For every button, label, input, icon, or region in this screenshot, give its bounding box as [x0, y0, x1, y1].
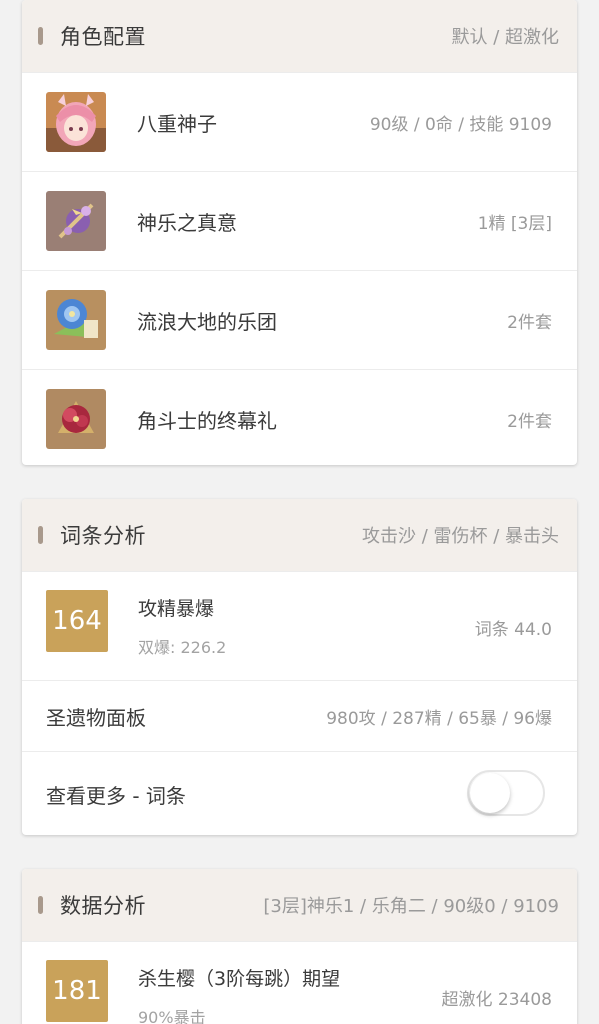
- character-name: 八重神子: [137, 111, 217, 136]
- damage-expectation: 超激化 23408: [441, 990, 552, 1010]
- artifact-panel-row[interactable]: 圣遗物面板 980攻 / 287精 / 65暴 / 96爆: [22, 680, 577, 751]
- section-title: 数据分析: [60, 894, 146, 918]
- substat-score-row[interactable]: 164 攻精暴爆 双爆: 226.2 词条 44.0: [22, 571, 577, 680]
- role-config-card: 角色配置 默认 / 超激化 八重神子 90级 / 0命 / 技能 9109 神乐…: [22, 0, 577, 465]
- toggle-knob: [470, 773, 510, 813]
- artifact-panel-value: 980攻 / 287精 / 65暴 / 96爆: [326, 708, 552, 729]
- artifact-row[interactable]: 流浪大地的乐团 2件套: [22, 270, 577, 369]
- character-stats: 90级 / 0命 / 技能 9109: [369, 114, 552, 135]
- damage-title: 杀生樱（3阶每跳）期望: [138, 968, 341, 990]
- section-subtitle: 默认 / 超激化: [451, 27, 559, 48]
- section-marker-icon: [38, 27, 43, 45]
- character-portrait-icon: [46, 92, 106, 152]
- crit-rate: 90%暴击: [138, 1008, 206, 1024]
- artifact-flower-icon: [46, 389, 106, 449]
- substat-score-badge: 164: [46, 590, 108, 652]
- role-config-header[interactable]: 角色配置 默认 / 超激化: [22, 0, 577, 72]
- section-title: 词条分析: [60, 524, 146, 548]
- section-title: 角色配置: [60, 25, 146, 49]
- damage-score-badge: 181: [46, 960, 108, 1022]
- substat-score-title: 攻精暴爆: [138, 598, 215, 620]
- weapon-refine: 1精 [3层]: [477, 213, 552, 234]
- artifact-panel-label: 圣遗物面板: [46, 705, 146, 730]
- substat-count: 词条 44.0: [474, 620, 552, 640]
- weapon-row[interactable]: 神乐之真意 1精 [3层]: [22, 171, 577, 270]
- artifact-set-name: 角斗士的终幕礼: [137, 408, 277, 433]
- section-marker-icon: [38, 896, 43, 914]
- data-analysis-header[interactable]: 数据分析 [3层]神乐1 / 乐角二 / 90级0 / 9109: [22, 869, 577, 941]
- data-analysis-card: 数据分析 [3层]神乐1 / 乐角二 / 90级0 / 9109 181 杀生樱…: [22, 869, 577, 1024]
- character-row[interactable]: 八重神子 90级 / 0命 / 技能 9109: [22, 72, 577, 171]
- section-subtitle: 攻击沙 / 雷伤杯 / 暴击头: [361, 526, 559, 547]
- page: 角色配置 默认 / 超激化 八重神子 90级 / 0命 / 技能 9109 神乐…: [0, 0, 599, 1024]
- section-subtitle: [3层]神乐1 / 乐角二 / 90级0 / 9109: [263, 896, 559, 917]
- artifact-flower-icon: [46, 290, 106, 350]
- view-more-label: 查看更多 - 词条: [46, 783, 186, 808]
- artifact-row[interactable]: 角斗士的终幕礼 2件套: [22, 369, 577, 465]
- artifact-set-name: 流浪大地的乐团: [137, 309, 277, 334]
- crit-total: 双爆: 226.2: [138, 638, 227, 657]
- substat-analysis-card: 词条分析 攻击沙 / 雷伤杯 / 暴击头 164 攻精暴爆 双爆: 226.2 …: [22, 499, 577, 835]
- view-more-row[interactable]: 查看更多 - 词条: [22, 751, 577, 835]
- catalyst-weapon-icon: [46, 191, 106, 251]
- substat-analysis-header[interactable]: 词条分析 攻击沙 / 雷伤杯 / 暴击头: [22, 499, 577, 571]
- damage-score-row[interactable]: 181 杀生樱（3阶每跳）期望 90%暴击 超激化 23408: [22, 941, 577, 1024]
- weapon-name: 神乐之真意: [137, 210, 237, 235]
- artifact-set-count: 2件套: [507, 411, 552, 432]
- view-more-toggle[interactable]: [467, 770, 545, 816]
- artifact-set-count: 2件套: [507, 312, 552, 333]
- section-marker-icon: [38, 526, 43, 544]
